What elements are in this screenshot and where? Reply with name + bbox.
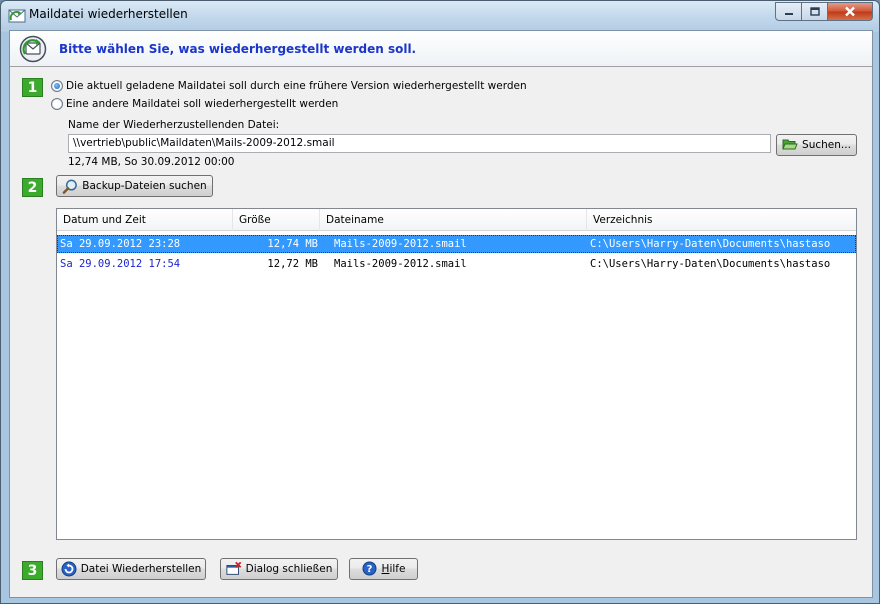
column-size[interactable]: Größe [233,209,320,231]
close-dialog-label: Dialog schließen [245,563,333,575]
step-3-badge: 3 [22,561,43,580]
minimize-button[interactable] [775,2,802,21]
close-icon [845,6,855,17]
list-header: Datum und Zeit Größe Dateiname Verzeichn… [57,209,856,231]
close-window-button[interactable] [828,2,873,21]
minimize-icon [784,12,793,15]
step-1-badge: 1 [22,78,43,97]
help-icon: ? [362,561,378,577]
row-directory: C:\Users\Harry-Daten\Documents\hastaso [590,238,831,250]
mail-restore-icon [8,9,26,23]
backup-file-list[interactable]: Datum und Zeit Größe Dateiname Verzeichn… [56,208,857,540]
title-bar[interactable]: Maildatei wiederherstellen [1,1,879,30]
search-button[interactable]: Suchen... [776,134,857,156]
window-title: Maildatei wiederherstellen [29,7,188,21]
restore-file-button[interactable]: Datei Wiederherstellen [56,558,206,580]
row-size: 12,74 MB [267,238,318,250]
header-instruction: Bitte wählen Sie, was wiederhergestellt … [59,42,417,56]
step-2-badge: 2 [22,178,43,197]
help-button[interactable]: ? Hilfe [349,558,418,580]
file-name-label: Name der Wiederherzustellenden Datei: [68,119,280,131]
table-row[interactable]: Sa 29.09.2012 17:54 12,72 MB Mails-2009-… [57,255,856,273]
backup-search-button[interactable]: Backup-Dateien suchen [56,175,213,197]
svg-text:?: ? [366,564,372,575]
restore-wizard-icon [19,35,47,63]
row-directory: C:\Users\Harry-Daten\Documents\hastaso [590,258,831,270]
maximize-icon [809,7,820,16]
header-band: Bitte wählen Sie, was wiederhergestellt … [10,31,872,67]
search-button-label: Suchen... [802,139,851,151]
option-other-file[interactable]: Eine andere Maildatei soll wiederhergest… [51,97,338,111]
magnifier-icon [62,178,78,194]
file-path-input[interactable]: \\vertrieb\public\Maildaten\Mails-2009-2… [68,134,771,153]
restore-file-label: Datei Wiederherstellen [80,563,202,575]
file-info-text: 12,74 MB, So 30.09.2012 00:00 [68,156,235,168]
backup-search-label: Backup-Dateien suchen [82,180,207,192]
radio-other-file[interactable] [51,98,63,110]
maximize-button[interactable] [802,2,828,21]
row-date: Sa 29.09.2012 17:54 [60,258,181,270]
table-row[interactable]: Sa 29.09.2012 23:28 12,74 MB Mails-2009-… [57,235,856,253]
row-date: Sa 29.09.2012 23:28 [60,238,181,250]
row-filename: Mails-2009-2012.smail [334,258,467,270]
row-size: 12,72 MB [267,258,318,270]
dialog-client-area: Bitte wählen Sie, was wiederhergestellt … [9,30,873,598]
option-current-file-label: Die aktuell geladene Maildatei soll durc… [66,80,527,92]
open-folder-icon [782,137,798,153]
restore-icon [61,561,77,577]
window-close-icon [226,561,242,577]
option-current-file[interactable]: Die aktuell geladene Maildatei soll durc… [51,79,527,93]
column-filename[interactable]: Dateiname [320,209,587,231]
row-filename: Mails-2009-2012.smail [334,238,467,250]
close-dialog-button[interactable]: Dialog schließen [220,558,338,580]
option-other-file-label: Eine andere Maildatei soll wiederhergest… [66,98,339,110]
help-label-rest: ilfe [389,563,406,575]
dialog-window: Maildatei wiederherstellen Bitte wählen … [0,0,880,604]
help-label: Hilfe [382,563,406,575]
column-directory[interactable]: Verzeichnis [587,209,856,231]
column-date[interactable]: Datum und Zeit [57,209,233,231]
radio-current-file[interactable] [51,80,63,92]
